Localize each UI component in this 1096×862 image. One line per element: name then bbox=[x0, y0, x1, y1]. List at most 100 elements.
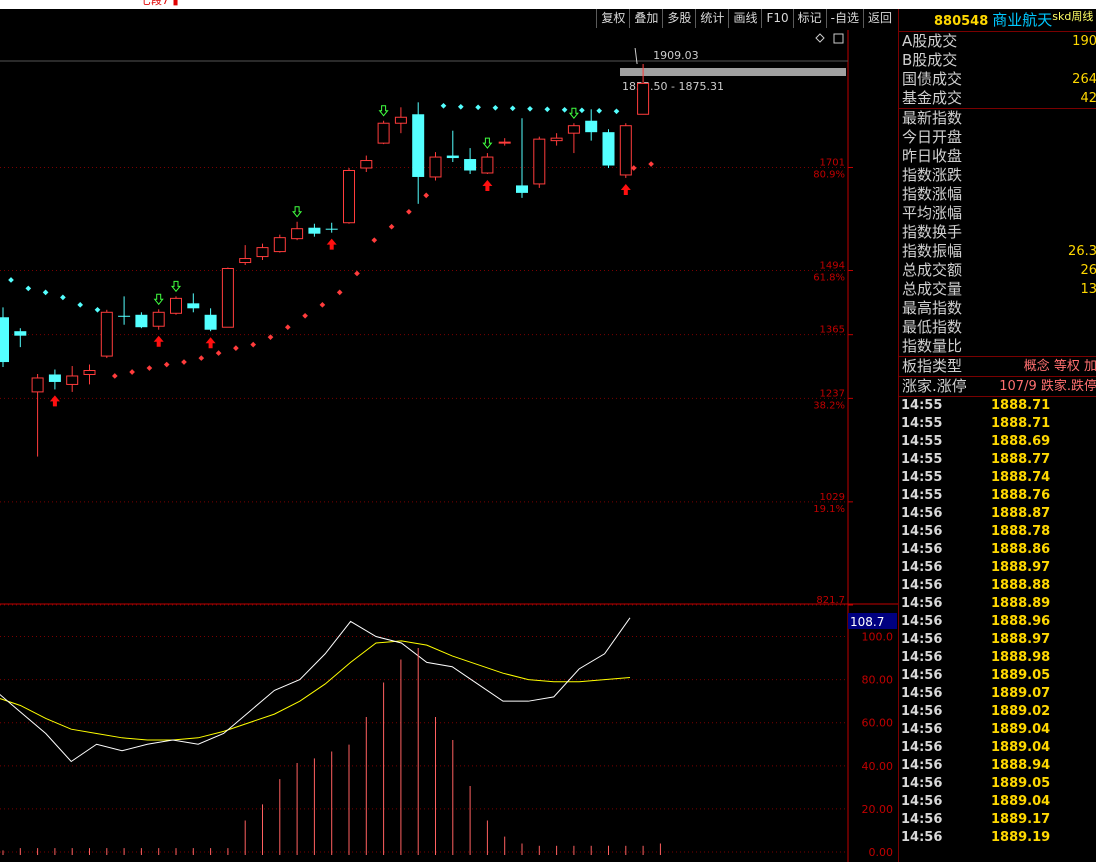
candle-body bbox=[152, 311, 165, 327]
candle-body bbox=[118, 315, 131, 317]
info-label: 最高指数 bbox=[902, 299, 963, 317]
tick-row: 14:56 1888.97 bbox=[899, 559, 1096, 577]
toolbar-button-0[interactable]: 复权 bbox=[596, 9, 629, 28]
tick-time: 14:56 bbox=[901, 776, 943, 791]
info-row: 指数涨跌 bbox=[899, 166, 1096, 185]
tick-time: 14:56 bbox=[901, 632, 943, 647]
period-tag: skd周线 bbox=[1052, 10, 1094, 23]
info-value: 13 bbox=[1080, 282, 1096, 297]
candle-body bbox=[429, 156, 442, 178]
tick-time: 14:56 bbox=[901, 794, 943, 809]
tick-time: 14:56 bbox=[901, 614, 943, 629]
sar-dot bbox=[94, 306, 101, 313]
sar-dot bbox=[198, 355, 205, 361]
toolbar-button-4[interactable]: 画线 bbox=[728, 9, 761, 28]
candle-body bbox=[533, 138, 546, 185]
candle-body bbox=[221, 268, 234, 328]
tick-price: 1889.05 bbox=[991, 776, 1051, 791]
toolbar-button-6[interactable]: 标记 bbox=[792, 9, 826, 28]
kline-chart[interactable]: 170180.9% 149461.8% 1365 123738.2% 102919.1%… bbox=[0, 30, 898, 862]
tick-time: 14:56 bbox=[901, 812, 943, 827]
candle-body bbox=[567, 125, 580, 134]
sar-dot bbox=[60, 294, 66, 301]
sell-arrow-icon bbox=[482, 137, 493, 149]
toolbar-button-3[interactable]: 统计 bbox=[695, 9, 728, 28]
expand-icon bbox=[833, 33, 844, 44]
tick-row: 14:56 1888.78 bbox=[899, 523, 1096, 541]
info-value: 26 bbox=[1080, 263, 1096, 278]
candle-body bbox=[481, 156, 494, 174]
toolbar-button-1[interactable]: 叠加 bbox=[629, 9, 662, 28]
candle-body bbox=[204, 314, 217, 330]
candle-body bbox=[170, 297, 182, 314]
sar-dot bbox=[613, 108, 620, 115]
info-row: 昨日收盘 bbox=[899, 147, 1096, 166]
buy-arrow-icon bbox=[482, 179, 493, 191]
tick-time: 14:56 bbox=[901, 758, 943, 773]
sar-dot bbox=[648, 161, 654, 167]
toolbar-button-2[interactable]: 多股 bbox=[662, 9, 695, 28]
info-value: 107/9 跌家.跌停 bbox=[999, 379, 1096, 394]
info-row: 平均涨幅 bbox=[899, 204, 1096, 223]
tick-price: 1888.87 bbox=[991, 506, 1051, 521]
tick-list[interactable]: 14:55 1888.71 14:55 1888.71 14:55 1888.69 14:5… bbox=[899, 397, 1096, 847]
tick-row: 14:55 1888.77 bbox=[899, 451, 1096, 469]
tick-row: 14:56 1889.04 bbox=[899, 793, 1096, 811]
info-row: 总成交额 26 bbox=[899, 261, 1096, 280]
top-strip: 七段7 ▮ bbox=[0, 0, 1096, 9]
sar-dot bbox=[42, 289, 49, 296]
candle-body bbox=[239, 258, 252, 264]
tick-price: 1889.05 bbox=[991, 668, 1051, 683]
info-row: 指数振幅 26.3 bbox=[899, 242, 1096, 261]
tick-row: 14:55 1888.71 bbox=[899, 397, 1096, 415]
info-label: 基金成交 bbox=[902, 89, 963, 107]
toolbar-button-8[interactable]: 返回 bbox=[862, 9, 896, 28]
indicator-white-line bbox=[0, 617, 631, 763]
candle-body bbox=[498, 141, 511, 144]
info-row: B股成交 bbox=[899, 51, 1096, 70]
info-row: 指数涨幅 bbox=[899, 185, 1096, 204]
price-tick-label: 1029 bbox=[820, 492, 845, 503]
buy-arrow-icon bbox=[153, 335, 164, 347]
chart-toolbar: 复权 叠加 多股 统计 画线 F10 标记 -自选 返回 bbox=[0, 9, 898, 30]
info-value: 26.3 bbox=[1068, 244, 1096, 259]
info-label: 昨日收盘 bbox=[902, 147, 963, 165]
candle-body bbox=[0, 317, 9, 363]
info-label: 总成交量 bbox=[902, 280, 963, 298]
indicator-tick-label: 60.00 bbox=[862, 717, 894, 730]
sar-dot bbox=[233, 345, 239, 351]
tick-row: 14:56 1888.88 bbox=[899, 577, 1096, 595]
tick-price: 1888.94 bbox=[991, 758, 1051, 773]
tick-row: 14:55 1888.74 bbox=[899, 469, 1096, 487]
tick-time: 14:56 bbox=[901, 830, 943, 845]
sar-dot bbox=[371, 237, 378, 243]
pct-tick-label: 80.9% bbox=[813, 170, 845, 181]
sar-dot bbox=[406, 208, 412, 215]
tick-price: 1889.02 bbox=[991, 704, 1051, 719]
tick-row: 14:56 1889.19 bbox=[899, 829, 1096, 847]
sar-dot bbox=[596, 107, 603, 114]
info-row: 涨家.涨停 107/9 跌家.跌停 bbox=[899, 377, 1096, 396]
sar-dot bbox=[129, 369, 135, 375]
candle-body bbox=[325, 228, 338, 230]
range-bar bbox=[620, 68, 846, 76]
price-tick-label: 1365 bbox=[820, 325, 845, 336]
tick-time: 14:55 bbox=[901, 470, 943, 485]
sar-dot bbox=[440, 102, 447, 109]
price-tick-label: 1494 bbox=[820, 260, 845, 271]
candle-body bbox=[516, 185, 528, 193]
sar-dot bbox=[527, 105, 533, 112]
tick-price: 1888.69 bbox=[991, 434, 1051, 449]
sar-dot bbox=[561, 106, 568, 113]
toolbar-button-7[interactable]: -自选 bbox=[825, 9, 863, 28]
sar-dot bbox=[284, 324, 291, 331]
toolbar-button-5[interactable]: F10 bbox=[761, 9, 792, 28]
tick-time: 14:56 bbox=[901, 578, 943, 593]
info-label: 指数振幅 bbox=[902, 242, 963, 260]
sar-dot bbox=[111, 373, 118, 379]
sar-dot bbox=[336, 289, 343, 296]
sar-dot bbox=[267, 334, 274, 340]
top-strip-text: 七段7 ▮ bbox=[140, 0, 179, 7]
tick-row: 14:56 1888.98 bbox=[899, 649, 1096, 667]
sar-dot bbox=[215, 350, 222, 356]
